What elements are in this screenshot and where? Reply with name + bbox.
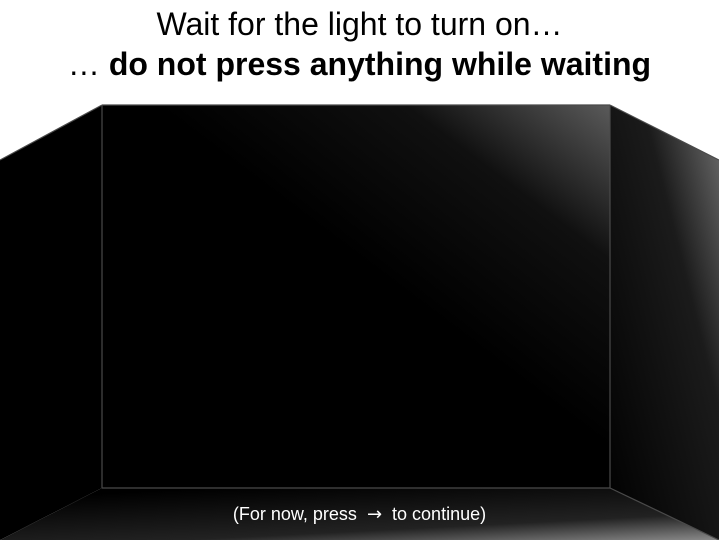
continue-hint: (For now, press → to continue)	[0, 503, 719, 526]
right-wall	[610, 105, 719, 540]
left-wall	[0, 105, 102, 540]
warning-bold-text: do not press anything while waiting	[108, 46, 652, 82]
continue-hint-prefix: (For now, press	[232, 504, 357, 524]
experiment-screen: Wait for the light to turn on… … do not …	[0, 0, 719, 540]
back-wall	[102, 105, 610, 488]
right-arrow-icon: →	[366, 504, 383, 525]
instruction-title: Wait for the light to turn on…	[156, 6, 563, 42]
instruction-warning: … do not press anything while waiting	[0, 46, 719, 82]
continue-hint-suffix: to continue)	[392, 504, 487, 524]
warning-prefix: …	[67, 46, 109, 82]
